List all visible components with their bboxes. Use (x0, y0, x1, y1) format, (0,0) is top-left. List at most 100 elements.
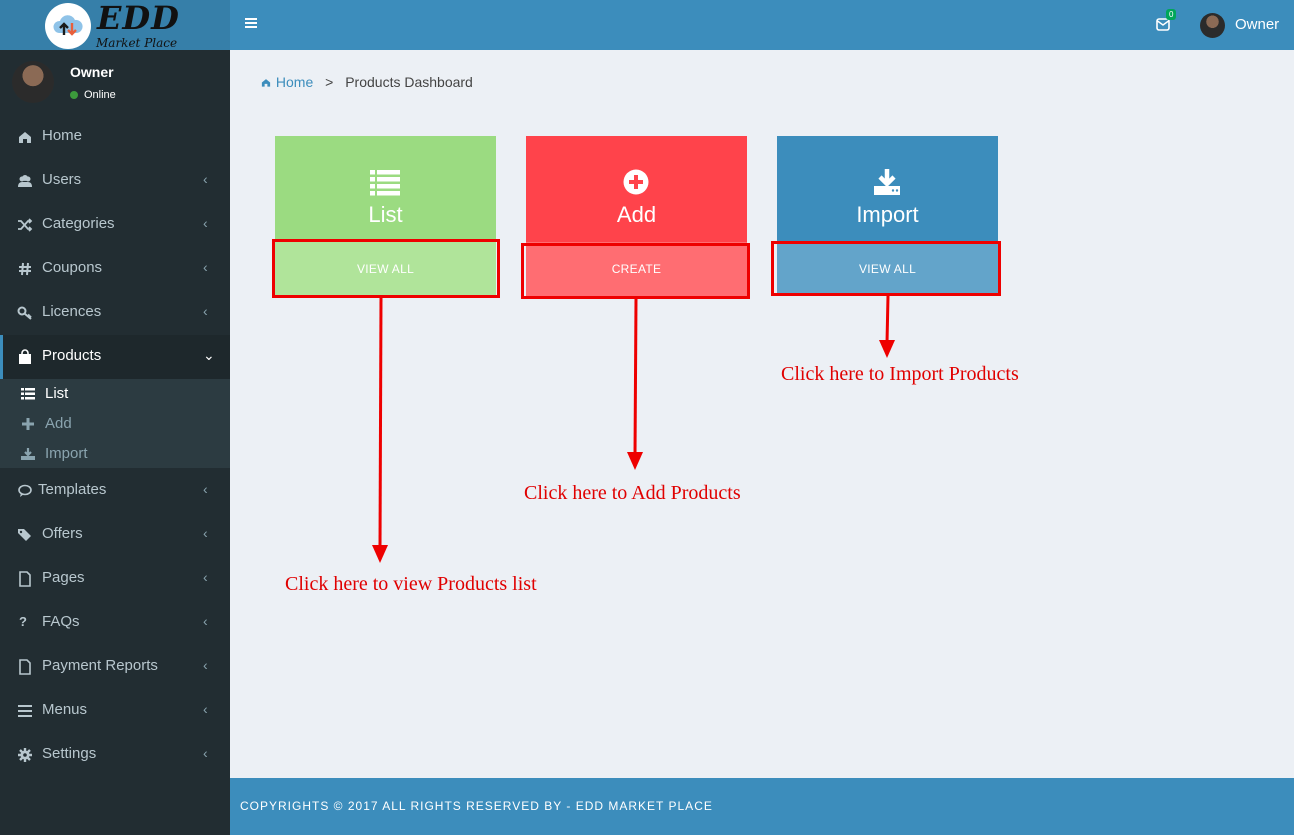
shuffle-icon (18, 218, 33, 232)
sidebar-item-label: Products (42, 347, 102, 364)
submenu-item-label: List (45, 385, 69, 402)
tile-header: List (275, 136, 496, 242)
footer-copyright: COPYRIGHTS © 2017 ALL RIGHTS RESERVED BY… (240, 799, 713, 813)
annotation-list: Click here to view Products list (285, 573, 537, 595)
chevron-left-icon: ‹ (203, 171, 208, 187)
sidebar-item-label: Coupons (42, 259, 103, 276)
chevron-left-icon: ‹ (203, 303, 208, 319)
sidebar-item-label: FAQs (42, 613, 80, 630)
sidebar-item-templates[interactable]: Templates ‹ (0, 469, 230, 513)
breadcrumb-home-link[interactable]: Home (260, 74, 317, 90)
online-dot-icon (70, 91, 78, 99)
sidebar-toggle-icon[interactable] (245, 17, 257, 29)
comment-icon (18, 484, 32, 497)
chevron-left-icon: ‹ (203, 657, 208, 673)
sidebar-item-pages[interactable]: Pages ‹ (0, 557, 230, 601)
sidebar-item-label: Home (42, 127, 83, 144)
user-name: Owner (70, 64, 114, 80)
cloud-logo-icon (45, 3, 91, 49)
user-status: Online (70, 89, 116, 101)
breadcrumb: Home > Products Dashboard (260, 74, 473, 90)
plus-icon (22, 418, 34, 430)
sidebar-item-licences[interactable]: Licences ‹ (0, 291, 230, 335)
header-user-name[interactable]: Owner (1235, 16, 1279, 33)
logo-subtitle: Market Place (96, 36, 178, 50)
sidebar-item-payment-reports[interactable]: Payment Reports ‹ (0, 645, 230, 689)
chevron-left-icon: ‹ (203, 613, 208, 629)
sidebar-item-categories[interactable]: Categories ‹ (0, 203, 230, 247)
sidebar-item-menus[interactable]: Menus ‹ (0, 689, 230, 733)
breadcrumb-home-label: Home (275, 74, 314, 90)
products-submenu: List Add Import (0, 379, 230, 468)
download-icon (21, 448, 35, 460)
download-icon (874, 169, 900, 195)
user-panel: Owner Online (0, 50, 230, 114)
sidebar-item-label: Pages (42, 569, 85, 586)
submenu-item-label: Import (45, 445, 88, 462)
sidebar-item-coupons[interactable]: Coupons ‹ (0, 247, 230, 291)
chevron-left-icon: ‹ (203, 701, 208, 717)
arrow-import (879, 295, 895, 358)
chevron-left-icon: ‹ (203, 481, 208, 497)
highlight-box-import (771, 241, 1001, 296)
sidebar-item-products[interactable]: Products ⌄ (0, 335, 230, 379)
breadcrumb-separator: > (325, 74, 334, 90)
arrow-list (372, 297, 388, 563)
logo[interactable]: EDD Market Place (0, 0, 230, 50)
submenu-item-import[interactable]: Import (0, 439, 230, 469)
tile-title: Add (616, 202, 657, 227)
submenu-item-label: Add (45, 415, 72, 432)
annotation-add: Click here to Add Products (524, 482, 741, 504)
avatar[interactable] (1200, 13, 1225, 38)
gear-icon (18, 748, 32, 762)
submenu-item-list[interactable]: List (0, 379, 230, 409)
sidebar-item-label: Offers (42, 525, 83, 542)
shopping-bag-icon (19, 349, 31, 364)
list-icon (21, 388, 35, 400)
users-icon (18, 175, 32, 187)
sidebar-item-label: Payment Reports (42, 657, 158, 674)
avatar (12, 61, 54, 103)
highlight-box-list (272, 239, 500, 298)
sidebar-item-users[interactable]: Users ‹ (0, 159, 230, 203)
key-icon (17, 306, 32, 320)
sidebar: EDD Market Place Owner Online Home Users… (0, 0, 230, 835)
tile-header: Import (777, 136, 998, 242)
sidebar-item-label: Licences (42, 303, 102, 320)
tile-title: Import (856, 202, 919, 227)
question-icon: ? (19, 614, 27, 629)
sidebar-item-label: Categories (42, 215, 115, 232)
sidebar-item-label: Templates (38, 481, 107, 498)
annotation-import: Click here to Import Products (781, 363, 1019, 385)
tile-header: Add (526, 136, 747, 242)
sidebar-item-offers[interactable]: Offers ‹ (0, 513, 230, 557)
home-icon (19, 132, 31, 143)
mail-count-badge: 0 (1166, 9, 1177, 20)
chevron-left-icon: ‹ (203, 525, 208, 541)
logo-brand: EDD (97, 0, 180, 37)
breadcrumb-current: Products Dashboard (345, 74, 473, 90)
tile-title: List (368, 202, 403, 227)
sidebar-item-home[interactable]: Home (0, 115, 230, 159)
file-icon (19, 571, 31, 587)
sidebar-item-faqs[interactable]: ? FAQs ‹ (0, 601, 230, 645)
top-header: 0 Owner (230, 0, 1294, 50)
chevron-left-icon: ‹ (203, 215, 208, 231)
chevron-down-icon: ⌄ (203, 347, 215, 363)
chevron-left-icon: ‹ (203, 259, 208, 275)
plus-circle-icon (623, 169, 649, 195)
sidebar-item-label: Menus (42, 701, 88, 718)
tags-icon (18, 529, 31, 541)
submenu-item-add[interactable]: Add (0, 409, 230, 439)
home-icon (261, 79, 271, 87)
arrow-add (627, 298, 643, 470)
chevron-left-icon: ‹ (203, 745, 208, 761)
highlight-box-add (521, 243, 750, 299)
footer: COPYRIGHTS © 2017 ALL RIGHTS RESERVED BY… (230, 778, 1294, 835)
user-status-label: Online (84, 89, 116, 101)
bars-icon (18, 705, 32, 717)
hashtag-icon (19, 262, 31, 276)
sidebar-item-label: Settings (42, 745, 97, 762)
sidebar-item-settings[interactable]: Settings ‹ (0, 733, 230, 777)
sidebar-item-label: Users (42, 171, 82, 188)
